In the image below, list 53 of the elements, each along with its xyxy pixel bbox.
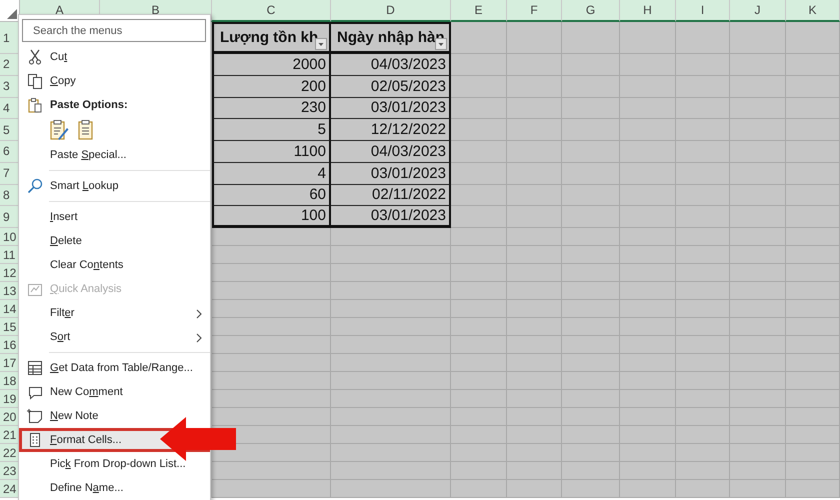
column-header[interactable]: K xyxy=(786,0,840,22)
row-header[interactable]: 13 xyxy=(0,282,20,300)
menu-item[interactable]: Insert xyxy=(19,205,210,229)
row-header[interactable]: 11 xyxy=(0,246,20,264)
column-header[interactable]: H xyxy=(620,0,676,22)
menu-item[interactable]: Pick From Drop-down List... xyxy=(19,452,210,476)
table-cell: 03/01/2023 xyxy=(331,98,451,120)
table-cell: 03/01/2023 xyxy=(331,162,451,184)
row-header[interactable]: 10 xyxy=(0,228,20,246)
row-header[interactable]: 5 xyxy=(0,119,20,141)
menu-item[interactable]: Copy xyxy=(19,69,210,93)
column-header[interactable]: D xyxy=(331,0,451,22)
column-header[interactable]: J xyxy=(730,0,786,22)
table-cell: 04/03/2023 xyxy=(331,141,451,163)
search-field[interactable]: Search the menus xyxy=(22,19,206,42)
menu-item[interactable]: Smart Lookup xyxy=(19,174,210,198)
row-header[interactable]: 18 xyxy=(0,372,20,390)
row-header[interactable]: 23 xyxy=(0,462,20,480)
row-header[interactable]: 15 xyxy=(0,318,20,336)
menu-item[interactable]: Define Name... xyxy=(19,476,210,500)
menu-item[interactable]: Sort xyxy=(19,325,210,349)
column-header[interactable]: C xyxy=(212,0,331,22)
menu-item[interactable]: Paste Special... xyxy=(19,143,210,167)
menu-item[interactable]: Filter xyxy=(19,301,210,325)
row-header[interactable]: 16 xyxy=(0,336,20,354)
row-header[interactable]: 17 xyxy=(0,354,20,372)
menu-item[interactable]: Clear Contents xyxy=(19,253,210,277)
row-header[interactable]: 24 xyxy=(0,480,20,498)
menu-heading: Paste Options: xyxy=(50,99,128,111)
column-header[interactable]: G xyxy=(562,0,620,22)
row-header[interactable]: 1 xyxy=(0,22,20,54)
table-cell: 04/03/2023 xyxy=(331,54,451,76)
table-cell: 12/12/2022 xyxy=(331,119,451,141)
table-cell: 03/01/2023 xyxy=(331,206,451,228)
row-header[interactable]: 20 xyxy=(0,408,20,426)
column-header[interactable]: E xyxy=(451,0,507,22)
table-cell: 02/05/2023 xyxy=(331,76,451,98)
menu-item[interactable]: Delete xyxy=(19,229,210,253)
row-header[interactable]: 9 xyxy=(0,206,20,228)
table-cell: 02/11/2022 xyxy=(331,184,451,206)
row-header[interactable]: 22 xyxy=(0,444,20,462)
row-header[interactable]: 2 xyxy=(0,54,20,76)
row-header[interactable]: 6 xyxy=(0,141,20,163)
row-header[interactable]: 21 xyxy=(0,426,20,444)
menu-item[interactable]: New Note xyxy=(19,404,210,428)
row-header[interactable]: 19 xyxy=(0,390,20,408)
menu-item[interactable]: New Comment xyxy=(19,380,210,404)
column-header[interactable]: I xyxy=(676,0,730,22)
menu-item[interactable]: Cut xyxy=(19,45,210,69)
column-header[interactable]: F xyxy=(507,0,562,22)
row-header[interactable]: 12 xyxy=(0,264,20,282)
row-header[interactable]: 14 xyxy=(0,300,20,318)
menu-item[interactable]: Get Data from Table/Range... xyxy=(19,356,210,380)
